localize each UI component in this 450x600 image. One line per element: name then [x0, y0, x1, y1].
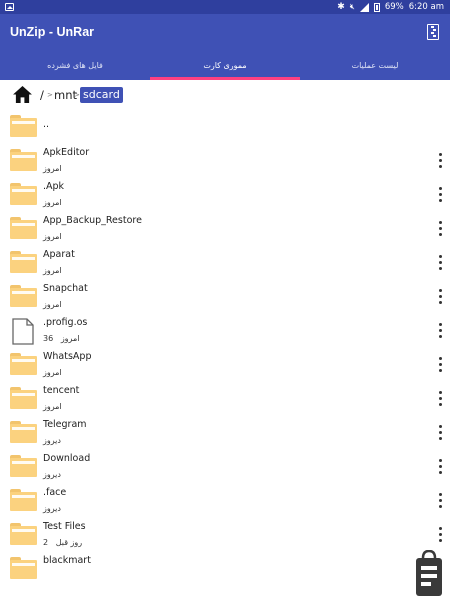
- list-item[interactable]: .face دیروز: [0, 484, 450, 518]
- file-meta: امروز: [43, 198, 62, 207]
- folder-icon: [10, 251, 37, 273]
- file-name: Aparat: [43, 249, 75, 260]
- tab-bar: فایل های فشرده مموری کارت لیست عملیات: [0, 52, 450, 80]
- folder-icon: [10, 285, 37, 307]
- breadcrumb: / > mnt > sdcard: [0, 80, 450, 110]
- folder-icon: [10, 183, 37, 205]
- overflow-menu-icon[interactable]: [435, 459, 445, 475]
- list-item[interactable]: ApkEditor امروز: [0, 144, 450, 178]
- overflow-menu-icon[interactable]: [435, 153, 445, 169]
- overflow-menu-icon[interactable]: [435, 289, 445, 305]
- overflow-menu-icon[interactable]: [435, 357, 445, 373]
- list-item[interactable]: blackmart: [0, 552, 450, 586]
- status-bar-right: ✱ 🔇︎ 69% 6:20 am: [337, 1, 444, 13]
- overflow-menu-icon[interactable]: [435, 255, 445, 271]
- file-name: blackmart: [43, 555, 91, 566]
- breadcrumb-root[interactable]: /: [40, 88, 44, 102]
- overflow-menu-icon[interactable]: [435, 527, 445, 543]
- overflow-menu-icon[interactable]: [435, 323, 445, 339]
- file-meta: امروز: [43, 368, 62, 377]
- file-meta: امروز: [43, 266, 62, 275]
- overflow-menu-icon[interactable]: [435, 391, 445, 407]
- list-item[interactable]: WhatsApp امروز: [0, 348, 450, 382]
- folder-icon: [10, 149, 37, 171]
- overflow-menu-icon[interactable]: [435, 493, 445, 509]
- breadcrumb-sdcard[interactable]: sdcard: [80, 87, 123, 103]
- overflow-menu-icon[interactable]: [435, 221, 445, 237]
- list-item[interactable]: .profig.os 36 امروز: [0, 314, 450, 348]
- archive-icon[interactable]: [427, 24, 439, 40]
- file-meta: دیروز: [43, 504, 61, 513]
- folder-icon: [10, 387, 37, 409]
- breadcrumb-separator: >: [74, 91, 80, 99]
- list-item[interactable]: Aparat امروز: [0, 246, 450, 280]
- list-item[interactable]: tencent امروز: [0, 382, 450, 416]
- file-name: .profig.os: [43, 317, 88, 328]
- folder-icon: [10, 353, 37, 375]
- file-name: WhatsApp: [43, 351, 92, 362]
- battery-icon: [373, 2, 380, 12]
- list-item[interactable]: .Apk امروز: [0, 178, 450, 212]
- home-icon[interactable]: [13, 86, 32, 103]
- file-name: Telegram: [43, 419, 87, 430]
- breadcrumb-separator: >: [47, 91, 53, 99]
- folder-icon: [10, 489, 37, 511]
- file-meta: امروز: [43, 232, 62, 241]
- list-item[interactable]: Test Files 2 روز قبل: [0, 518, 450, 552]
- list-item[interactable]: Telegram دیروز: [0, 416, 450, 450]
- file-meta: دیروز: [43, 436, 61, 445]
- mute-icon: 🔇︎: [349, 2, 355, 11]
- tab-archives[interactable]: فایل های فشرده: [0, 52, 150, 80]
- file-meta: دیروز: [43, 470, 61, 479]
- battery-percent: 69%: [384, 2, 404, 12]
- file-meta: امروز: [43, 402, 62, 411]
- list-item[interactable]: Download دیروز: [0, 450, 450, 484]
- file-name: App_Backup_Restore: [43, 215, 142, 226]
- tab-operations[interactable]: لیست عملیات: [300, 52, 450, 80]
- folder-icon: [10, 455, 37, 477]
- file-meta: 36 امروز: [43, 334, 80, 343]
- folder-icon: [10, 115, 37, 137]
- clock: 6:20 am: [408, 2, 444, 12]
- status-bar: ✱ 🔇︎ 69% 6:20 am: [0, 0, 450, 14]
- bluetooth-icon: ✱: [337, 2, 345, 12]
- overflow-menu-icon[interactable]: [435, 425, 445, 441]
- image-icon: [5, 3, 14, 11]
- file-name: ApkEditor: [43, 147, 90, 158]
- file-icon: [12, 318, 34, 345]
- signal-icon: [359, 2, 369, 12]
- app-bar: UnZip - UnRar: [0, 14, 450, 52]
- tab-memory-card[interactable]: مموری کارت: [150, 52, 300, 80]
- list-item[interactable]: App_Backup_Restore امروز: [0, 212, 450, 246]
- file-name: Test Files: [43, 521, 86, 532]
- file-meta: 2 روز قبل: [43, 538, 83, 547]
- file-name: ..: [43, 119, 50, 130]
- file-name: Download: [43, 453, 91, 464]
- folder-icon: [10, 523, 37, 545]
- file-name: .face: [43, 487, 67, 498]
- file-meta: امروز: [43, 300, 62, 309]
- file-name: Snapchat: [43, 283, 88, 294]
- file-meta: امروز: [43, 164, 62, 173]
- overflow-menu-icon[interactable]: [435, 187, 445, 203]
- file-name: .Apk: [43, 181, 65, 192]
- folder-icon: [10, 421, 37, 443]
- file-name: tencent: [43, 385, 80, 396]
- folder-icon: [10, 217, 37, 239]
- folder-icon: [10, 557, 37, 579]
- shopping-bag-icon: [416, 550, 442, 596]
- list-item[interactable]: ..: [0, 110, 450, 144]
- app-title: UnZip - UnRar: [10, 25, 95, 39]
- list-item[interactable]: Snapchat امروز: [0, 280, 450, 314]
